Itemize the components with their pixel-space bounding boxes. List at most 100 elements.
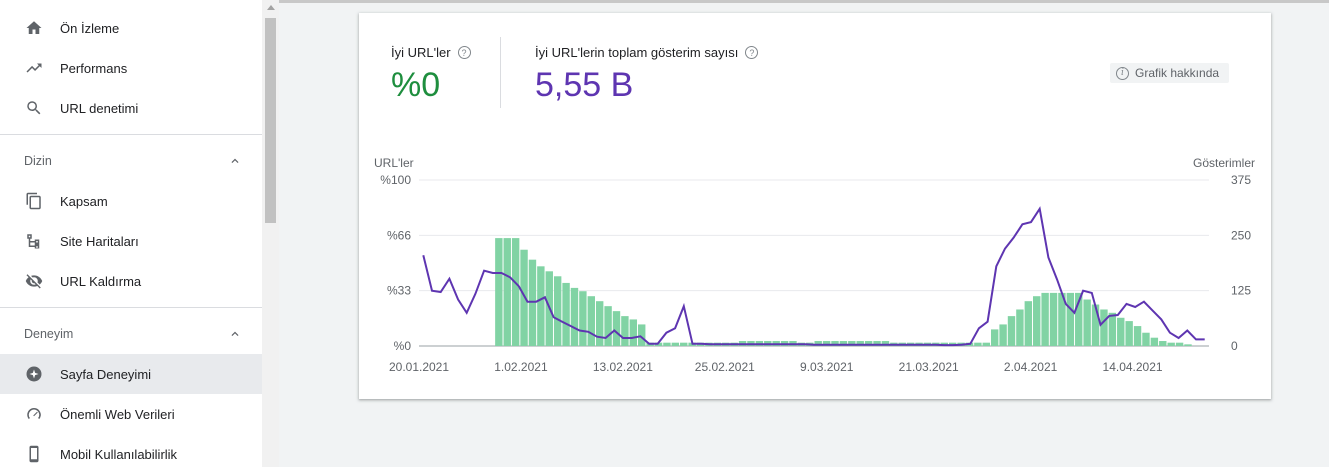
bar (511, 238, 520, 346)
bar (990, 329, 999, 346)
sidebar-item-label: Mobil Kullanılabilirlik (60, 446, 178, 462)
chevron-up-icon (231, 158, 239, 163)
bar (1049, 292, 1058, 346)
x-tick-label: 20.01.2021 (389, 360, 449, 374)
sidebar-item-sitemaps[interactable]: Site Haritaları (0, 221, 262, 261)
bar (1133, 326, 1142, 346)
metric-label-text: İyi URL'lerin toplam gösterim sayısı (535, 45, 739, 60)
sidebar-item-page-experience[interactable]: Sayfa Deneyimi (0, 354, 262, 394)
right-axis-title: Gösterimler (1193, 156, 1255, 170)
x-tick-label: 21.03.2021 (899, 360, 959, 374)
bar (629, 319, 638, 346)
section-title: Deneyim (24, 327, 74, 341)
right-tick-label: 250 (1231, 228, 1251, 242)
about-chart-button[interactable]: i Grafik hakkında (1110, 63, 1230, 83)
bar (680, 342, 688, 346)
report-card: İyi URL'ler ? %0 İyi URL'lerin toplam gö… (359, 13, 1271, 399)
home-icon (24, 18, 44, 38)
copy-icon (24, 191, 44, 211)
bar (528, 259, 537, 346)
x-tick-label: 14.04.2021 (1103, 360, 1163, 374)
bar (612, 311, 621, 346)
bar (999, 324, 1007, 346)
sidebar-item-label: Site Haritaları (60, 233, 139, 249)
left-tick-label: %33 (387, 284, 411, 298)
sidebar-item-label: Performans (60, 60, 128, 76)
bar (1150, 337, 1159, 346)
bar (1007, 316, 1016, 346)
x-tick-label: 1.02.2021 (494, 360, 548, 374)
bar (1066, 292, 1075, 346)
bar (663, 342, 671, 346)
bar (495, 238, 503, 346)
speedometer-icon (24, 404, 44, 424)
section-header-experience[interactable]: Deneyim (0, 314, 262, 354)
metric-label-text: İyi URL'ler (391, 45, 451, 60)
sidebar-item-label: URL Kaldırma (60, 273, 142, 289)
bar (974, 342, 982, 346)
divider (0, 134, 262, 135)
section-title: Dizin (24, 154, 52, 168)
left-axis-title: URL'ler (374, 156, 414, 170)
trending-up-icon (24, 58, 44, 78)
bar (1117, 317, 1125, 346)
sitemap-icon (24, 231, 44, 251)
x-tick-label: 13.02.2021 (593, 360, 653, 374)
bar (520, 249, 528, 346)
bar (1125, 321, 1133, 346)
sidebar-item-mobile-usability[interactable]: Mobil Kullanılabilirlik (0, 434, 262, 467)
metric-impressions[interactable]: İyi URL'lerin toplam gösterim sayısı ? 5… (535, 45, 759, 105)
bar (1184, 344, 1192, 346)
sidebar-item-url-inspection[interactable]: URL denetimi (0, 88, 262, 128)
sidebar-item-label: URL denetimi (60, 100, 139, 116)
metric-value: 5,55 B (535, 66, 634, 104)
sidebar-item-removals[interactable]: URL Kaldırma (0, 261, 262, 301)
sidebar-item-label: Önemli Web Verileri (60, 406, 175, 422)
about-chart-label: Grafik hakkında (1135, 66, 1220, 80)
bar (1091, 304, 1100, 346)
left-tick-label: %100 (380, 173, 411, 187)
bar (553, 276, 562, 346)
help-icon[interactable]: ? (457, 46, 471, 59)
metric-value: %0 (391, 66, 441, 104)
sidebar-item-label: Ön İzleme (60, 20, 120, 36)
metric-good-urls[interactable]: İyi URL'ler ? %0 (391, 45, 471, 105)
sidebar-scrollbar[interactable] (262, 0, 279, 467)
bar (621, 316, 629, 346)
search-icon (24, 98, 44, 118)
scroll-up-arrow-icon[interactable] (267, 5, 275, 10)
x-tick-label: 2.04.2021 (1004, 360, 1058, 374)
metric-label: İyi URL'lerin toplam gösterim sayısı ? (535, 45, 759, 60)
bar (1167, 342, 1175, 346)
right-tick-label: 125 (1231, 284, 1251, 298)
bar (1083, 299, 1091, 346)
x-tick-label: 25.02.2021 (695, 360, 755, 374)
sidebar-item-core-web-vitals[interactable]: Önemli Web Verileri (0, 394, 262, 434)
sidebar-item-coverage[interactable]: Kapsam (0, 181, 262, 221)
bar (1175, 342, 1184, 346)
bar (537, 266, 545, 346)
scrollbar-thumb[interactable] (265, 18, 276, 223)
bar (1159, 341, 1167, 346)
bar (982, 342, 990, 346)
sidebar-item-performance[interactable]: Performans (0, 48, 262, 88)
bar (1024, 301, 1033, 346)
sidebar-item-overview[interactable]: Ön İzleme (0, 8, 262, 48)
section-header-index[interactable]: Dizin (0, 141, 262, 181)
right-tick-label: 0 (1231, 339, 1238, 353)
left-tick-label: %66 (387, 228, 411, 242)
metric-divider (500, 37, 501, 108)
star-badge-icon (24, 364, 44, 384)
x-tick-label: 9.03.2021 (800, 360, 854, 374)
bar (503, 238, 511, 346)
info-icon: i (1116, 66, 1129, 80)
bar (671, 342, 680, 346)
help-icon[interactable]: ? (745, 46, 759, 59)
chevron-up-icon (231, 331, 239, 336)
bar (587, 296, 595, 346)
bar (1108, 312, 1117, 346)
sidebar-item-label: Kapsam (60, 193, 108, 209)
chart: URL'ler Gösterimler %0 0 %33 125 %66 250 %100 3… (374, 156, 1255, 374)
bar (604, 306, 612, 346)
eye-off-icon (24, 271, 44, 291)
